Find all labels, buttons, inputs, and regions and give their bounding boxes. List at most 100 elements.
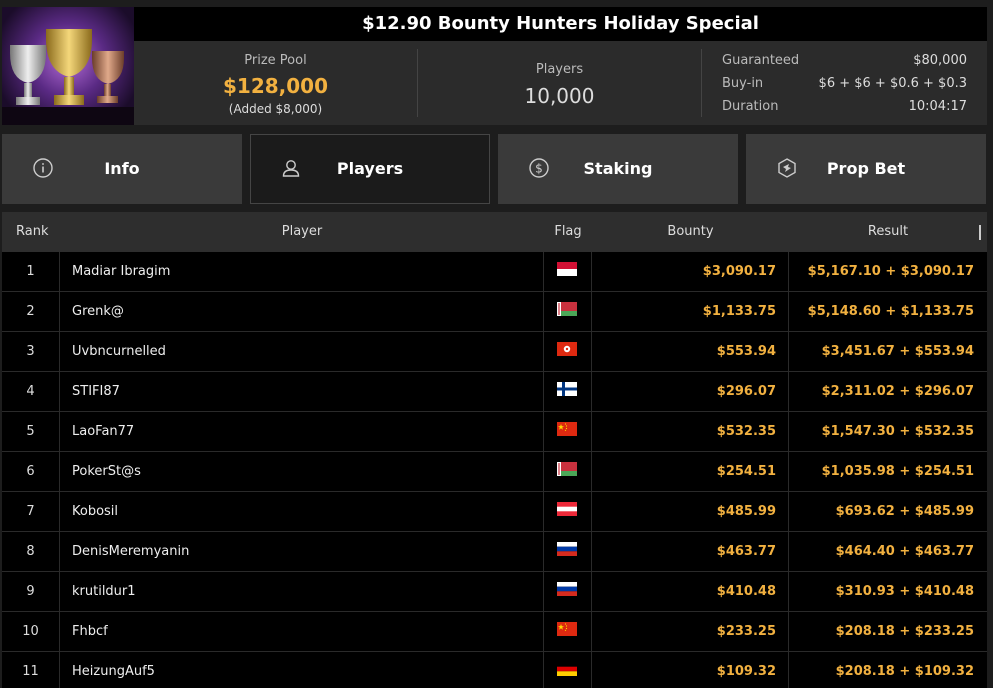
result-cell: $3,451.67 + $553.94: [821, 344, 974, 359]
players-label: Players: [535, 62, 584, 77]
flag-cell: [544, 572, 592, 611]
column-player[interactable]: Player: [60, 212, 544, 252]
table-row[interactable]: 10 Fhbcf $233.25 $208.18 + $233.25: [2, 612, 987, 652]
flag-cell: [544, 372, 592, 411]
table-row[interactable]: 1 Madiar Ibragim $3,090.17 $5,167.10 + $3,0…: [2, 252, 987, 292]
rank-cell: 11: [2, 652, 60, 688]
column-bounty[interactable]: Bounty: [592, 212, 789, 252]
column-resize-handle[interactable]: [979, 225, 981, 240]
player-name-cell[interactable]: Kobosil: [60, 492, 544, 531]
player-name-cell[interactable]: Grenk@: [60, 292, 544, 331]
trophy-icon: [2, 29, 134, 125]
bounty-cell: $532.35: [592, 412, 789, 451]
bounty-cell: $463.77: [592, 532, 789, 571]
china-flag-icon: [557, 622, 577, 636]
tournament-title: $12.90 Bounty Hunters Holiday Special: [134, 7, 987, 41]
players-table-body[interactable]: 1 Madiar Ibragim $3,090.17 $5,167.10 + $3,0…: [2, 252, 987, 688]
flag-cell: [544, 412, 592, 451]
flag-cell: [544, 292, 592, 331]
result-cell: $2,311.02 + $296.07: [821, 384, 974, 399]
result-cell: $693.62 + $485.99: [835, 504, 974, 519]
player-name-cell[interactable]: STIFI87: [60, 372, 544, 411]
monaco-indonesia-flag-icon: [557, 262, 577, 276]
column-flag[interactable]: Flag: [544, 212, 592, 252]
prize-pool-label: Prize Pool: [244, 53, 307, 68]
column-result[interactable]: Result: [789, 212, 987, 252]
player-name-cell[interactable]: Uvbncurnelled: [60, 332, 544, 371]
bounty-cell: $109.32: [592, 652, 789, 688]
player-name-cell[interactable]: Madiar Ibragim: [60, 252, 544, 291]
duration-row: Duration 10:04:17: [722, 99, 967, 119]
player-name-cell[interactable]: DenisMeremyanin: [60, 532, 544, 571]
table-row[interactable]: 4 STIFI87 $296.07 $2,311.02 + $296.07: [2, 372, 987, 412]
bounty-cell: $485.99: [592, 492, 789, 531]
flag-cell: [544, 492, 592, 531]
rank-cell: 9: [2, 572, 60, 611]
result-cell: $1,547.30 + $532.35: [821, 424, 974, 439]
result-cell: $310.93 + $410.48: [835, 584, 974, 599]
column-rank[interactable]: Rank: [16, 212, 48, 252]
belarus-flag-icon: [557, 302, 577, 316]
rank-cell: 10: [2, 612, 60, 651]
buy-in-value: $6 + $6 + $0.6 + $0.3: [818, 76, 967, 91]
flag-cell: [544, 532, 592, 571]
flag-cell: [544, 652, 592, 688]
tab-info[interactable]: Info: [2, 134, 242, 204]
flag-cell: [544, 252, 592, 291]
bounty-cell: $410.48: [592, 572, 789, 611]
tournament-summary: Prize Pool $128,000 (Added $8,000) Playe…: [134, 41, 987, 125]
buy-in-row: Buy-in $6 + $6 + $0.6 + $0.3: [722, 76, 967, 96]
buy-in-label: Buy-in: [722, 76, 764, 91]
rank-cell: 2: [2, 292, 60, 331]
result-cell: $464.40 + $463.77: [835, 544, 974, 559]
table-row[interactable]: 6 PokerSt@s $254.51 $1,035.98 + $254.51: [2, 452, 987, 492]
rank-cell: 4: [2, 372, 60, 411]
table-row[interactable]: 9 krutildur1 $410.48 $310.93 + $410.48: [2, 572, 987, 612]
player-name-cell[interactable]: krutildur1: [60, 572, 544, 611]
table-row[interactable]: 8 DenisMeremyanin $463.77 $464.40 + $463.77: [2, 532, 987, 572]
tab-info-label: Info: [104, 159, 140, 178]
rank-cell: 7: [2, 492, 60, 531]
rank-cell: 6: [2, 452, 60, 491]
table-row[interactable]: 5 LaoFan77 $532.35 $1,547.30 + $532.35: [2, 412, 987, 452]
players-section: Players 10,000: [418, 41, 701, 125]
tab-players[interactable]: Players: [250, 134, 490, 204]
details-section: Guaranteed $80,000 Buy-in $6 + $6 + $0.6…: [722, 41, 967, 125]
bounty-cell: $254.51: [592, 452, 789, 491]
flag-cell: [544, 332, 592, 371]
table-row[interactable]: 11 HeizungAuf5 $109.32 $208.18 + $109.32: [2, 652, 987, 688]
players-table-header: Rank Player Flag Bounty Result: [2, 212, 987, 252]
table-row[interactable]: 7 Kobosil $485.99 $693.62 + $485.99: [2, 492, 987, 532]
russia-flag-icon: [557, 582, 577, 596]
tab-prop-bet[interactable]: Prop Bet: [746, 134, 986, 204]
tab-staking[interactable]: $ Staking: [498, 134, 738, 204]
bounty-cell: $3,090.17: [592, 252, 789, 291]
guaranteed-row: Guaranteed $80,000: [722, 53, 967, 73]
player-name-cell[interactable]: HeizungAuf5: [60, 652, 544, 688]
prize-pool-added: (Added $8,000): [228, 102, 323, 116]
rank-cell: 8: [2, 532, 60, 571]
hong-kong-flag-icon: [557, 342, 577, 356]
player-name-cell[interactable]: PokerSt@s: [60, 452, 544, 491]
result-cell: $5,148.60 + $1,133.75: [807, 304, 974, 319]
result-cell: $208.18 + $233.25: [835, 624, 974, 639]
player-name-cell[interactable]: Fhbcf: [60, 612, 544, 651]
china-flag-icon: [557, 422, 577, 436]
russia-flag-icon: [557, 542, 577, 556]
prize-pool-section: Prize Pool $128,000 (Added $8,000): [134, 41, 417, 125]
belarus-flag-icon: [557, 462, 577, 476]
prize-pool-value: $128,000: [222, 74, 328, 98]
tab-prop-bet-label: Prop Bet: [826, 159, 906, 178]
bounty-cell: $233.25: [592, 612, 789, 651]
table-row[interactable]: 2 Grenk@ $1,133.75 $5,148.60 + $1,133.75: [2, 292, 987, 332]
table-row[interactable]: 3 Uvbncurnelled $553.94 $3,451.67 + $553.94: [2, 332, 987, 372]
austria-flag-icon: [557, 502, 577, 516]
rank-cell: 3: [2, 332, 60, 371]
rank-cell: 1: [2, 252, 60, 291]
duration-label: Duration: [722, 99, 779, 114]
guaranteed-value: $80,000: [913, 53, 967, 68]
tab-staking-label: Staking: [583, 159, 653, 178]
player-name-cell[interactable]: LaoFan77: [60, 412, 544, 451]
tab-players-label: Players: [336, 159, 404, 178]
duration-value: 10:04:17: [908, 99, 967, 114]
